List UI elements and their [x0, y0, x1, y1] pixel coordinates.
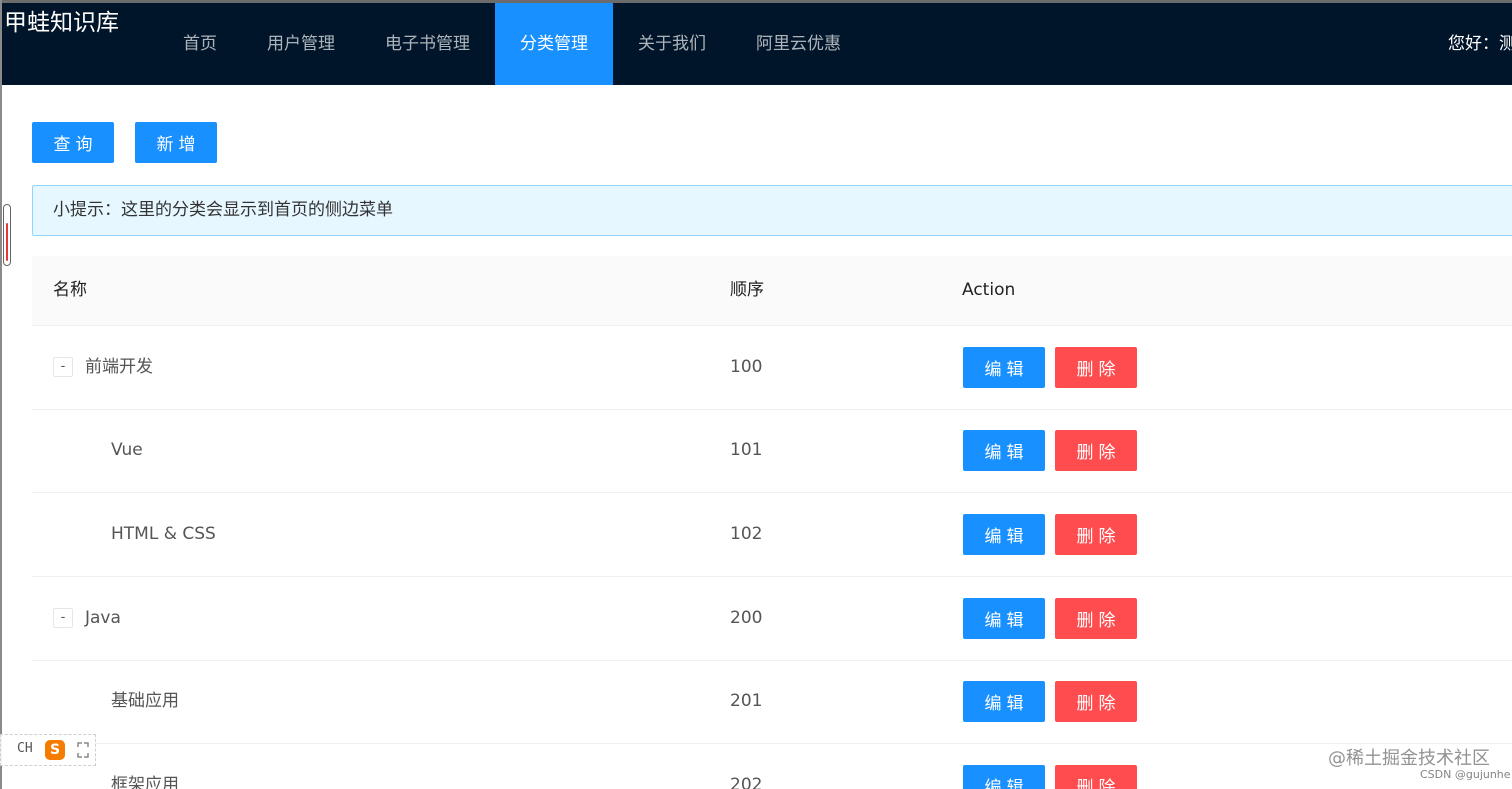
juejin-watermark: @稀土掘金技术社区 — [1328, 748, 1490, 769]
table-row: Vue 101 编辑 删除 — [32, 409, 1512, 493]
nav-item-aliyun-offer[interactable]: 阿里云优惠 — [731, 3, 866, 85]
delete-button[interactable]: 删除 — [1055, 598, 1137, 639]
delete-button[interactable]: 删除 — [1055, 430, 1137, 471]
top-header: 甲蛙知识库 首页 用户管理 电子书管理 分类管理 关于我们 阿里云优惠 您好：测 — [2, 3, 1512, 85]
row-sort: 100 — [730, 357, 763, 377]
ime-toolbar: CH S — [0, 734, 96, 766]
csdn-watermark: CSDN @gujunhe — [1420, 768, 1511, 781]
row-sort: 200 — [730, 608, 763, 628]
nav-item-user-management[interactable]: 用户管理 — [242, 3, 360, 85]
delete-button[interactable]: 删除 — [1055, 681, 1137, 722]
column-header-name: 名称 — [53, 280, 87, 300]
app-logo: 甲蛙知识库 — [4, 10, 119, 36]
user-greeting[interactable]: 您好：测 — [1448, 3, 1512, 85]
edit-button[interactable]: 编辑 — [963, 347, 1045, 388]
nav-item-ebook-management[interactable]: 电子书管理 — [360, 3, 495, 85]
edit-button[interactable]: 编辑 — [963, 765, 1045, 789]
row-name: 基础应用 — [111, 691, 179, 711]
main-nav: 首页 用户管理 电子书管理 分类管理 关于我们 阿里云优惠 — [158, 3, 866, 85]
row-name: Vue — [111, 440, 143, 460]
scroll-indicator-thumb[interactable] — [6, 223, 8, 261]
tip-alert: 小提示：这里的分类会显示到首页的侧边菜单 — [32, 185, 1512, 236]
row-name: 前端开发 — [85, 357, 153, 377]
row-sort: 201 — [730, 691, 763, 711]
scroll-indicator[interactable] — [3, 204, 11, 266]
row-sort: 202 — [730, 775, 763, 789]
row-name: Java — [85, 608, 121, 628]
window-left-border — [0, 0, 2, 789]
row-collapse-icon[interactable]: - — [53, 357, 73, 377]
nav-item-about-us[interactable]: 关于我们 — [613, 3, 731, 85]
table-header: 名称 顺序 Action — [32, 256, 1512, 326]
edit-button[interactable]: 编辑 — [963, 681, 1045, 722]
query-button[interactable]: 查询 — [32, 122, 114, 163]
ime-mode-label[interactable]: CH — [17, 741, 33, 756]
column-header-sort: 顺序 — [730, 280, 764, 300]
edit-button[interactable]: 编辑 — [963, 514, 1045, 555]
table-row: 基础应用 201 编辑 删除 — [32, 660, 1512, 744]
nav-item-home[interactable]: 首页 — [158, 3, 242, 85]
row-collapse-icon[interactable]: - — [53, 608, 73, 628]
row-sort: 102 — [730, 524, 763, 544]
sogou-ime-icon[interactable]: S — [45, 740, 65, 760]
edit-button[interactable]: 编辑 — [963, 430, 1045, 471]
edit-button[interactable]: 编辑 — [963, 598, 1045, 639]
table-row: HTML & CSS 102 编辑 删除 — [32, 493, 1512, 577]
delete-button[interactable]: 删除 — [1055, 765, 1137, 789]
delete-button[interactable]: 删除 — [1055, 347, 1137, 388]
row-name: 框架应用 — [111, 775, 179, 789]
table-row: - 前端开发 100 编辑 删除 — [32, 326, 1512, 410]
add-button[interactable]: 新增 — [135, 122, 217, 163]
table-row: 框架应用 202 编辑 删除 — [32, 744, 1512, 789]
delete-button[interactable]: 删除 — [1055, 514, 1137, 555]
column-header-action: Action — [962, 280, 1016, 300]
nav-item-category-management[interactable]: 分类管理 — [495, 3, 613, 85]
row-sort: 101 — [730, 440, 763, 460]
fullscreen-icon[interactable] — [77, 742, 89, 758]
row-name: HTML & CSS — [111, 524, 216, 544]
table-row: - Java 200 编辑 删除 — [32, 577, 1512, 661]
